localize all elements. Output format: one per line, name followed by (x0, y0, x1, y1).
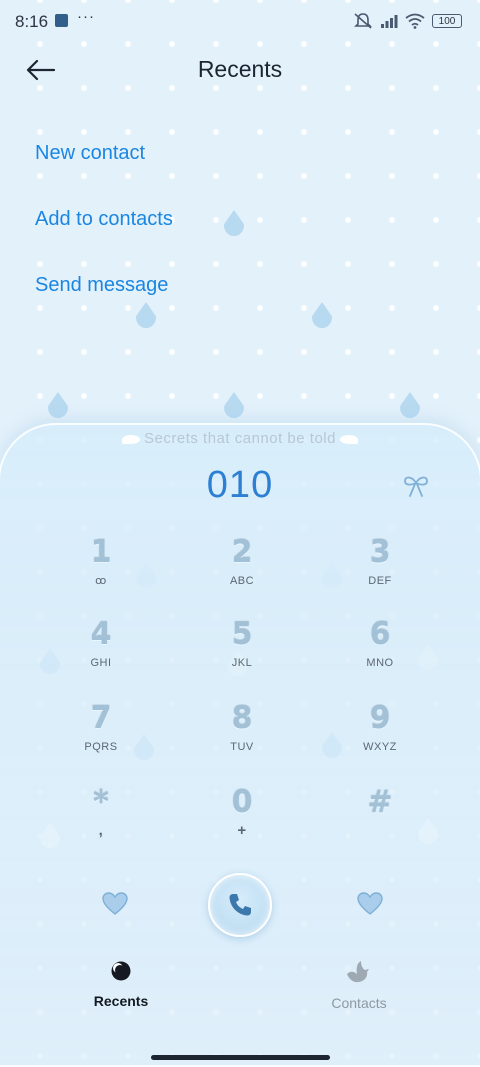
page-title: Recents (197, 56, 283, 82)
signal-icon (381, 15, 398, 28)
new-contact-link[interactable]: New contact (35, 142, 145, 165)
key-letters: JKL (231, 657, 253, 669)
voicemail-icon: ꝏ (95, 575, 107, 587)
dialer-slogan: Secrets that cannot be told (0, 430, 480, 447)
notification-square-icon (55, 14, 68, 27)
wing-icon (122, 434, 141, 444)
dial-key-5[interactable]: 5 JKL (187, 618, 297, 670)
dial-key-4[interactable]: 4 GHI (46, 618, 156, 670)
wifi-icon (405, 13, 425, 29)
key-letters: WXYZ (363, 741, 397, 753)
call-button[interactable] (208, 873, 272, 937)
home-indicator[interactable] (151, 1055, 330, 1060)
tab-label: Contacts (331, 995, 387, 1011)
wing-icon (339, 434, 358, 444)
key-digit: 4 (90, 617, 112, 652)
dial-key-2[interactable]: 2 ABC (187, 536, 297, 588)
bow-icon[interactable] (402, 474, 430, 498)
dial-key-hash[interactable]: # (325, 786, 435, 824)
heart-icon[interactable] (357, 892, 383, 916)
mute-icon (354, 13, 372, 29)
status-icons: 100 (353, 12, 462, 30)
tab-contacts[interactable]: Contacts (289, 960, 429, 1011)
dial-key-0[interactable]: 0 + (187, 785, 297, 839)
key-digit: # (367, 785, 393, 820)
tab-recents[interactable]: Recents (51, 960, 191, 1009)
key-letters: DEF (368, 575, 392, 587)
key-letters: GHI (90, 657, 112, 669)
raindrop-decoration (136, 302, 156, 328)
dial-key-7[interactable]: 7 PQRS (46, 702, 156, 754)
battery-icon: 100 (432, 14, 462, 28)
key-digit: 5 (231, 617, 253, 652)
key-digit: 6 (369, 617, 391, 652)
key-digit: 8 (231, 701, 253, 736)
key-letters: + (237, 822, 247, 839)
dial-key-1[interactable]: 1 ꝏ (46, 536, 156, 588)
moon-icon (111, 961, 131, 981)
key-digit: 3 (369, 535, 391, 570)
key-digit: 7 (90, 701, 112, 736)
send-message-link[interactable]: Send message (35, 274, 168, 297)
key-digit: 1 (90, 535, 112, 570)
raindrop-decoration (224, 210, 244, 236)
dial-key-6[interactable]: 6 MNO (325, 618, 435, 670)
heart-icon[interactable] (102, 892, 128, 916)
dial-key-8[interactable]: 8 TUV (187, 702, 297, 754)
key-digit: 2 (231, 535, 253, 570)
key-letters: , (98, 822, 104, 839)
phone-icon (229, 894, 251, 916)
key-letters: TUV (230, 741, 254, 753)
dial-key-3[interactable]: 3 DEF (325, 536, 435, 588)
key-letters: MNO (366, 657, 394, 669)
bird-icon (347, 961, 369, 983)
raindrop-decoration (312, 302, 332, 328)
key-letters: PQRS (84, 741, 118, 753)
raindrop-decoration (48, 392, 68, 418)
slogan-text: Secrets that cannot be told (144, 430, 336, 447)
tab-label: Recents (93, 993, 149, 1009)
key-letters: ABC (229, 575, 255, 587)
add-to-contacts-link[interactable]: Add to contacts (35, 208, 173, 231)
key-digit: * (93, 785, 109, 820)
status-time: 8:16 (15, 12, 49, 31)
more-notifications-icon: ··· (77, 8, 95, 25)
dial-key-star[interactable]: * , (46, 785, 156, 839)
status-bar: 8:16 ··· 100 (0, 0, 480, 42)
raindrop-decoration (400, 392, 420, 418)
raindrop-decoration (224, 392, 244, 418)
key-digit: 0 (231, 785, 253, 820)
dial-key-9[interactable]: 9 WXYZ (325, 702, 435, 754)
key-digit: 9 (369, 701, 391, 736)
